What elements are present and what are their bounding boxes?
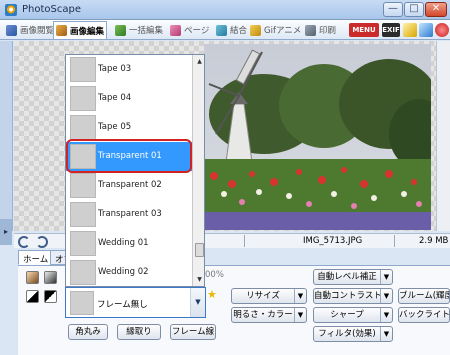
tab-label: ページ bbox=[184, 26, 210, 36]
list-item[interactable]: Transparent 02 bbox=[66, 171, 192, 200]
sharpen-button[interactable]: シャープ ▼ bbox=[313, 307, 393, 323]
tab-gif[interactable]: Gifアニメ bbox=[248, 21, 303, 39]
frame-select-value: フレーム無し bbox=[97, 300, 148, 310]
favorite-star-icon[interactable]: ★ bbox=[207, 288, 217, 301]
tab-editor[interactable]: 画像編集 bbox=[53, 21, 108, 39]
exif-button[interactable]: EXIF bbox=[382, 23, 400, 37]
frame-line-button[interactable]: フレーム線 bbox=[170, 324, 216, 340]
frame-thumbnail bbox=[70, 115, 96, 140]
close-button[interactable]: ✕ bbox=[425, 2, 447, 17]
frame-thumbnail bbox=[70, 202, 96, 227]
filter-button[interactable]: フィルタ(効果) ▼ bbox=[313, 326, 393, 342]
zoom-percent: 00% bbox=[205, 270, 224, 280]
frame-thumbnail bbox=[70, 173, 96, 198]
folder-icon[interactable] bbox=[403, 23, 417, 37]
frame-dropdown-list[interactable]: Tape 03 Tape 04 Tape 05 Transparent 01 T… bbox=[65, 54, 205, 287]
bloom-button[interactable]: ブルーム(輝度 bbox=[398, 288, 450, 304]
expand-panel-button[interactable]: ▸ bbox=[0, 219, 12, 245]
frame-thumbnail bbox=[70, 86, 96, 111]
margin-button[interactable]: 縁取り bbox=[117, 324, 161, 340]
help-icon[interactable] bbox=[435, 23, 449, 37]
chevron-down-icon[interactable]: ▼ bbox=[380, 289, 392, 303]
brightness-color-button[interactable]: 明るさ・カラー ▼ bbox=[231, 307, 307, 323]
rounded-corners-button[interactable]: 角丸み bbox=[68, 324, 108, 340]
editor-icon bbox=[56, 25, 67, 36]
menu-button[interactable]: MENU bbox=[349, 23, 379, 37]
tab-label: 一括編集 bbox=[129, 26, 164, 36]
print-icon bbox=[305, 24, 316, 36]
tab-label: 画像閲覧 bbox=[20, 26, 55, 36]
black-white-icon[interactable] bbox=[26, 290, 39, 303]
canvas-vertical-scrollbar[interactable] bbox=[436, 41, 450, 231]
scroll-up-icon[interactable]: ▲ bbox=[194, 56, 204, 68]
resize-button[interactable]: リサイズ ▼ bbox=[231, 288, 307, 304]
list-item[interactable]: Tape 03 bbox=[66, 55, 192, 84]
tab-print[interactable]: 印刷 bbox=[303, 21, 338, 39]
windmill-garden-photo bbox=[204, 44, 431, 230]
chevron-down-icon[interactable]: ▼ bbox=[380, 270, 392, 284]
dropdown-scrollbar[interactable]: ▲ ▼ bbox=[192, 55, 204, 286]
brown-tone-icon[interactable] bbox=[26, 271, 39, 284]
chevron-down-icon[interactable]: ▼ bbox=[294, 308, 306, 322]
redo-icon[interactable] bbox=[36, 236, 48, 248]
tab-label: 結合 bbox=[230, 26, 248, 36]
tab-label: Gifアニメ bbox=[264, 26, 302, 36]
list-item[interactable]: Wedding 01 bbox=[66, 229, 192, 258]
tab-page[interactable]: ページ bbox=[168, 21, 211, 39]
tab-label: 印刷 bbox=[319, 26, 337, 36]
gif-icon bbox=[250, 24, 261, 36]
grayscale-icon[interactable] bbox=[44, 271, 57, 284]
status-divider bbox=[244, 235, 245, 247]
tab-viewer[interactable]: 画像閲覧 bbox=[4, 21, 56, 39]
chevron-down-icon[interactable]: ▼ bbox=[294, 289, 306, 303]
highlight-ring bbox=[66, 139, 192, 173]
frame-thumbnail bbox=[70, 231, 96, 256]
auto-level-button[interactable]: 自動レベル補正 ▼ bbox=[313, 269, 393, 285]
status-filename: IMG_5713.JPG bbox=[303, 236, 363, 246]
undo-toolbar bbox=[18, 236, 48, 249]
status-filesize: 2.9 MB bbox=[419, 236, 449, 246]
browser-collapse-strip: ▸ bbox=[0, 41, 13, 245]
tab-label: 画像編集 bbox=[70, 26, 105, 37]
backlight-button[interactable]: バックライト bbox=[398, 307, 450, 323]
window-icon[interactable] bbox=[419, 23, 433, 37]
module-tab-bar: 画像閲覧 画像編集 一括編集 ページ 結合 Gifアニメ 印刷 MENU EXI… bbox=[0, 20, 450, 40]
batch-icon bbox=[115, 24, 126, 36]
chevron-down-icon[interactable]: ▼ bbox=[380, 308, 392, 322]
list-item-selected[interactable]: Transparent 01 bbox=[66, 139, 192, 173]
photoscape-logo-icon bbox=[5, 4, 17, 16]
status-divider bbox=[394, 235, 395, 247]
minimize-button[interactable]: — bbox=[383, 2, 403, 17]
auto-contrast-button[interactable]: 自動コントラスト ▼ bbox=[313, 288, 393, 304]
list-item[interactable]: Tape 05 bbox=[66, 113, 192, 142]
tab-combine[interactable]: 結合 bbox=[214, 21, 249, 39]
tab-home[interactable]: ホーム bbox=[18, 250, 54, 265]
negative-icon[interactable] bbox=[44, 290, 57, 303]
viewer-icon bbox=[6, 24, 17, 36]
frame-thumbnail bbox=[70, 57, 96, 82]
tab-batch[interactable]: 一括編集 bbox=[113, 21, 165, 39]
title-bar: PhotoScape — □ ✕ bbox=[0, 0, 450, 20]
combine-icon bbox=[216, 24, 227, 36]
chevron-down-icon[interactable]: ▼ bbox=[190, 288, 205, 317]
list-item[interactable]: Wedding 02 bbox=[66, 258, 192, 286]
page-icon bbox=[170, 24, 181, 36]
frame-thumbnail bbox=[70, 260, 96, 285]
undo-icon[interactable] bbox=[18, 236, 30, 248]
frame-thumbnail bbox=[70, 291, 94, 315]
chevron-down-icon[interactable]: ▼ bbox=[380, 327, 392, 341]
maximize-button[interactable]: □ bbox=[404, 2, 424, 17]
list-item[interactable]: Tape 04 bbox=[66, 84, 192, 113]
list-item[interactable]: Transparent 03 bbox=[66, 200, 192, 229]
scroll-thumb[interactable] bbox=[195, 243, 204, 257]
scroll-down-icon[interactable]: ▼ bbox=[194, 274, 204, 286]
window-title: PhotoScape bbox=[22, 4, 81, 15]
frame-select[interactable]: フレーム無し ▼ bbox=[65, 287, 206, 318]
photo-preview[interactable] bbox=[204, 44, 431, 230]
